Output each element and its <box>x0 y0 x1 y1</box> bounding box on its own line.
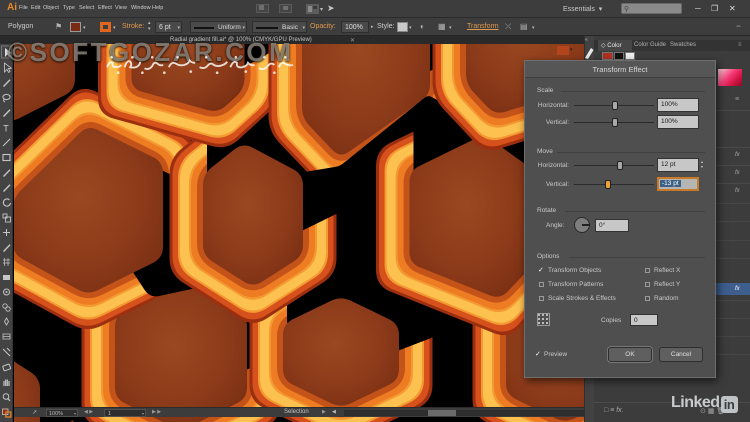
svg-text:T: T <box>3 124 9 134</box>
